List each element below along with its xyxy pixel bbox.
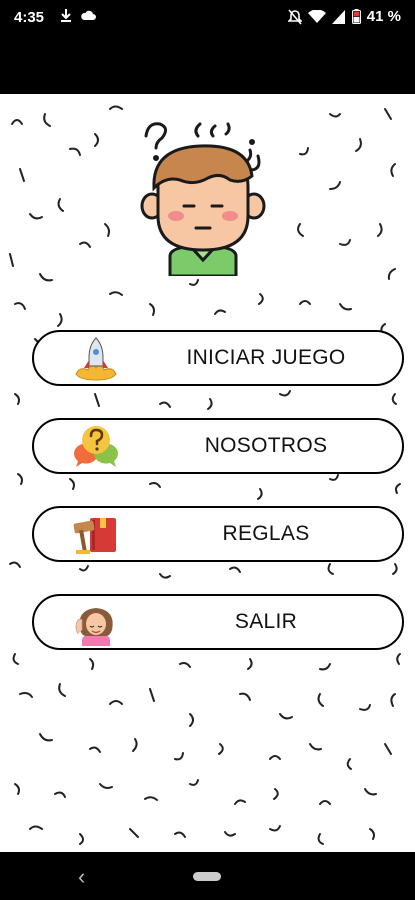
exit-label: SALIR	[234, 610, 298, 633]
thinking-boy-illustration	[140, 122, 266, 276]
rules-label: REGLAS	[222, 522, 310, 545]
mute-icon	[287, 8, 302, 25]
cloud-icon	[81, 10, 96, 20]
home-pill[interactable]	[193, 872, 221, 881]
signal-icon	[331, 9, 345, 24]
app-bar	[0, 36, 415, 94]
status-time: 4:35	[14, 9, 45, 26]
question-chat-icon	[73, 426, 119, 467]
system-nav-bar: ‹	[0, 852, 415, 900]
start-game-button[interactable]: INICIAR JUEGO	[32, 330, 404, 386]
about-us-button[interactable]: NOSOTROS	[32, 418, 404, 474]
battery-icon	[351, 9, 361, 24]
download-icon	[61, 9, 71, 22]
battery-percent: 41 %	[366, 8, 401, 25]
rocket-icon	[75, 337, 117, 381]
about-us-label: NOSOTROS	[204, 434, 328, 457]
start-game-label: INICIAR JUEGO	[186, 346, 346, 369]
exit-button[interactable]: SALIR	[32, 594, 404, 650]
back-icon[interactable]: ‹	[78, 864, 85, 890]
wifi-icon	[307, 9, 326, 23]
girl-waving-icon	[75, 608, 113, 646]
status-bar: 4:35 41 %	[0, 0, 415, 36]
gavel-book-icon	[73, 518, 116, 554]
main-content: INICIAR JUEGO NOSOTROS REGLAS SALIR	[0, 94, 415, 852]
rules-button[interactable]: REGLAS	[32, 506, 404, 562]
